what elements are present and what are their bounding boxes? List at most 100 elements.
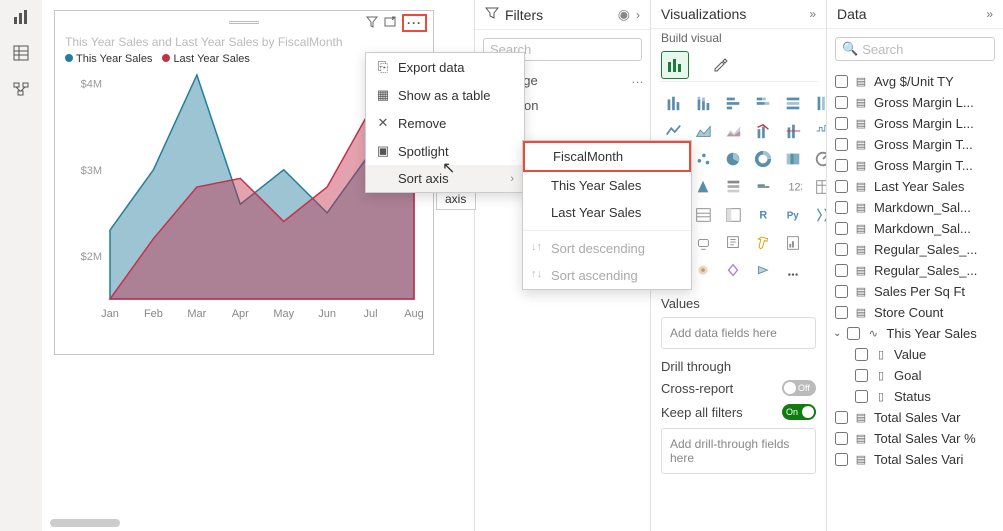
- field-item[interactable]: ▤Gross Margin L...: [833, 92, 997, 113]
- drag-handle-icon[interactable]: [229, 21, 259, 24]
- viz-type-button[interactable]: [811, 232, 827, 254]
- viz-type-button[interactable]: [811, 92, 827, 114]
- field-checkbox[interactable]: [835, 222, 848, 235]
- menu-export-data[interactable]: ⎘Export data: [366, 53, 524, 81]
- viz-type-button[interactable]: [811, 120, 827, 142]
- field-item[interactable]: ▤Store Count: [833, 302, 997, 323]
- viz-type-button[interactable]: [691, 260, 715, 282]
- cross-report-toggle[interactable]: Off: [782, 380, 816, 396]
- field-checkbox[interactable]: [835, 285, 848, 298]
- viz-type-button[interactable]: [691, 176, 715, 198]
- viz-type-button[interactable]: [721, 120, 745, 142]
- build-visual-tab[interactable]: [661, 51, 689, 79]
- viz-type-button[interactable]: [691, 232, 715, 254]
- model-view-icon[interactable]: [10, 78, 32, 100]
- filter-card-more-icon[interactable]: …: [631, 71, 644, 86]
- report-view-icon[interactable]: [10, 6, 32, 28]
- canvas-scrollbar[interactable]: [50, 519, 120, 527]
- field-item[interactable]: ▯Value: [833, 344, 997, 365]
- collapse-data-icon[interactable]: »: [986, 7, 993, 21]
- field-item[interactable]: ▤Gross Margin T...: [833, 134, 997, 155]
- values-well[interactable]: Add data fields here: [661, 317, 816, 349]
- field-checkbox[interactable]: [835, 201, 848, 214]
- field-checkbox[interactable]: [835, 75, 848, 88]
- viz-type-button[interactable]: Py: [781, 204, 805, 226]
- viz-type-button[interactable]: [721, 148, 745, 170]
- field-checkbox[interactable]: [835, 306, 848, 319]
- data-view-icon[interactable]: [10, 42, 32, 64]
- field-item[interactable]: ▤Total Sales Vari: [833, 449, 997, 470]
- field-checkbox[interactable]: [855, 390, 868, 403]
- report-canvas[interactable]: ··· This Year Sales and Last Year Sales …: [42, 0, 475, 531]
- menu-spotlight[interactable]: ▣Spotlight: [366, 137, 524, 165]
- field-checkbox[interactable]: [835, 264, 848, 277]
- viz-type-button[interactable]: [781, 148, 805, 170]
- filter-icon[interactable]: [366, 16, 378, 31]
- collapse-filters-icon[interactable]: ›: [636, 8, 640, 22]
- field-checkbox[interactable]: [847, 327, 860, 340]
- viz-type-button[interactable]: [781, 232, 805, 254]
- collapse-viz-icon[interactable]: »: [809, 7, 816, 21]
- field-item[interactable]: ▤Regular_Sales_...: [833, 260, 997, 281]
- field-item[interactable]: ▤Gross Margin T...: [833, 155, 997, 176]
- viz-type-button[interactable]: [691, 204, 715, 226]
- hierarchy-item[interactable]: ⌄∿This Year Sales: [833, 323, 997, 344]
- viz-type-button[interactable]: [751, 232, 775, 254]
- data-search-input[interactable]: 🔍 Search: [835, 37, 995, 61]
- format-visual-tab[interactable]: [707, 51, 735, 79]
- field-checkbox[interactable]: [835, 432, 848, 445]
- menu-sort-axis[interactable]: Sort axis›: [366, 165, 524, 192]
- focus-mode-icon[interactable]: [384, 16, 396, 31]
- submenu-fiscal-month[interactable]: FiscalMonth: [523, 141, 691, 172]
- menu-remove[interactable]: ✕Remove: [366, 109, 524, 137]
- viz-type-button[interactable]: [691, 92, 715, 114]
- viz-type-button[interactable]: [751, 260, 775, 282]
- field-checkbox[interactable]: [835, 96, 848, 109]
- viz-type-button[interactable]: [691, 148, 715, 170]
- menu-show-as-table[interactable]: ▦Show as a table: [366, 81, 524, 109]
- viz-type-button[interactable]: [781, 92, 805, 114]
- field-item[interactable]: ▤Total Sales Var %: [833, 428, 997, 449]
- viz-type-button[interactable]: [781, 120, 805, 142]
- field-checkbox[interactable]: [835, 411, 848, 424]
- field-item[interactable]: ▤Avg $/Unit TY: [833, 71, 997, 92]
- field-checkbox[interactable]: [835, 138, 848, 151]
- submenu-sort-desc[interactable]: ↓↑Sort descending: [523, 235, 691, 262]
- viz-type-button[interactable]: [751, 148, 775, 170]
- field-item[interactable]: ▯Status: [833, 386, 997, 407]
- field-item[interactable]: ▤Total Sales Var: [833, 407, 997, 428]
- viz-type-button[interactable]: [721, 204, 745, 226]
- viz-type-button[interactable]: [721, 92, 745, 114]
- viz-type-button[interactable]: 123: [781, 176, 805, 198]
- field-item[interactable]: ▤Markdown_Sal...: [833, 218, 997, 239]
- field-item[interactable]: ▤Markdown_Sal...: [833, 197, 997, 218]
- viz-type-button[interactable]: [721, 232, 745, 254]
- field-checkbox[interactable]: [835, 243, 848, 256]
- viz-type-button[interactable]: [751, 92, 775, 114]
- field-item[interactable]: ▤Last Year Sales: [833, 176, 997, 197]
- field-checkbox[interactable]: [835, 453, 848, 466]
- field-checkbox[interactable]: [835, 180, 848, 193]
- viz-type-button[interactable]: [811, 204, 827, 226]
- field-item[interactable]: ▯Goal: [833, 365, 997, 386]
- field-checkbox[interactable]: [855, 348, 868, 361]
- viz-type-button[interactable]: [751, 176, 775, 198]
- submenu-last-year-sales[interactable]: Last Year Sales: [523, 199, 691, 226]
- viz-type-button[interactable]: [661, 92, 685, 114]
- field-checkbox[interactable]: [835, 117, 848, 130]
- drill-through-well[interactable]: Add drill-through fields here: [661, 428, 816, 474]
- more-options-button[interactable]: ···: [402, 14, 427, 32]
- field-item[interactable]: ▤Sales Per Sq Ft: [833, 281, 997, 302]
- field-checkbox[interactable]: [855, 369, 868, 382]
- viz-type-button[interactable]: [811, 260, 827, 282]
- viz-type-button[interactable]: [751, 120, 775, 142]
- viz-type-button[interactable]: [661, 120, 685, 142]
- viz-type-button[interactable]: [811, 148, 827, 170]
- field-item[interactable]: ▤Regular_Sales_...: [833, 239, 997, 260]
- submenu-sort-asc[interactable]: ↑↓Sort ascending: [523, 262, 691, 289]
- field-checkbox[interactable]: [835, 159, 848, 172]
- viz-type-button[interactable]: [721, 176, 745, 198]
- viz-type-button[interactable]: [691, 120, 715, 142]
- viz-type-button[interactable]: [781, 260, 805, 282]
- keep-filters-toggle[interactable]: On: [782, 404, 816, 420]
